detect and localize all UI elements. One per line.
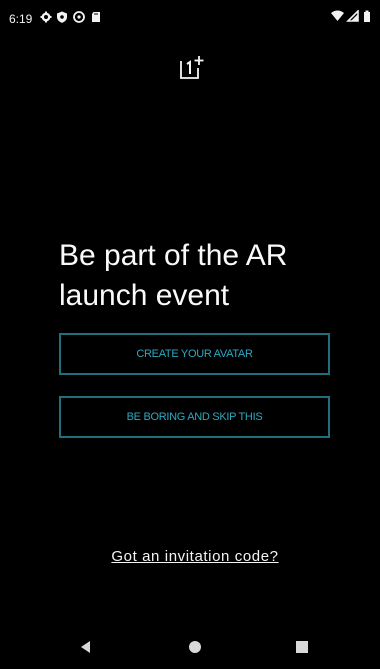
home-icon[interactable]	[186, 638, 204, 656]
status-bar: 6:19	[0, 0, 380, 30]
sd-card-icon	[90, 11, 102, 23]
back-icon[interactable]	[77, 638, 95, 656]
skip-button[interactable]: BE BORING AND SKIP THIS	[59, 396, 330, 438]
settings-icon	[40, 11, 52, 23]
shield-icon	[56, 11, 68, 23]
create-avatar-button[interactable]: CREATE YOUR AVATAR	[59, 333, 330, 375]
recents-icon[interactable]	[293, 638, 311, 656]
wifi-icon	[331, 10, 344, 21]
at-sign-icon	[73, 11, 85, 23]
signal-icon	[346, 10, 359, 22]
app-screen: 6:19 Be part of the AR launch event CREA…	[0, 0, 380, 669]
oneplus-logo-icon	[180, 53, 206, 81]
status-right-icons	[330, 10, 374, 24]
status-time: 6:19	[9, 12, 33, 26]
battery-icon	[364, 10, 370, 22]
navigation-bar	[0, 625, 380, 669]
page-heading: Be part of the AR launch event	[59, 239, 288, 312]
invitation-code-link[interactable]: Got an invitation code?	[0, 548, 380, 565]
